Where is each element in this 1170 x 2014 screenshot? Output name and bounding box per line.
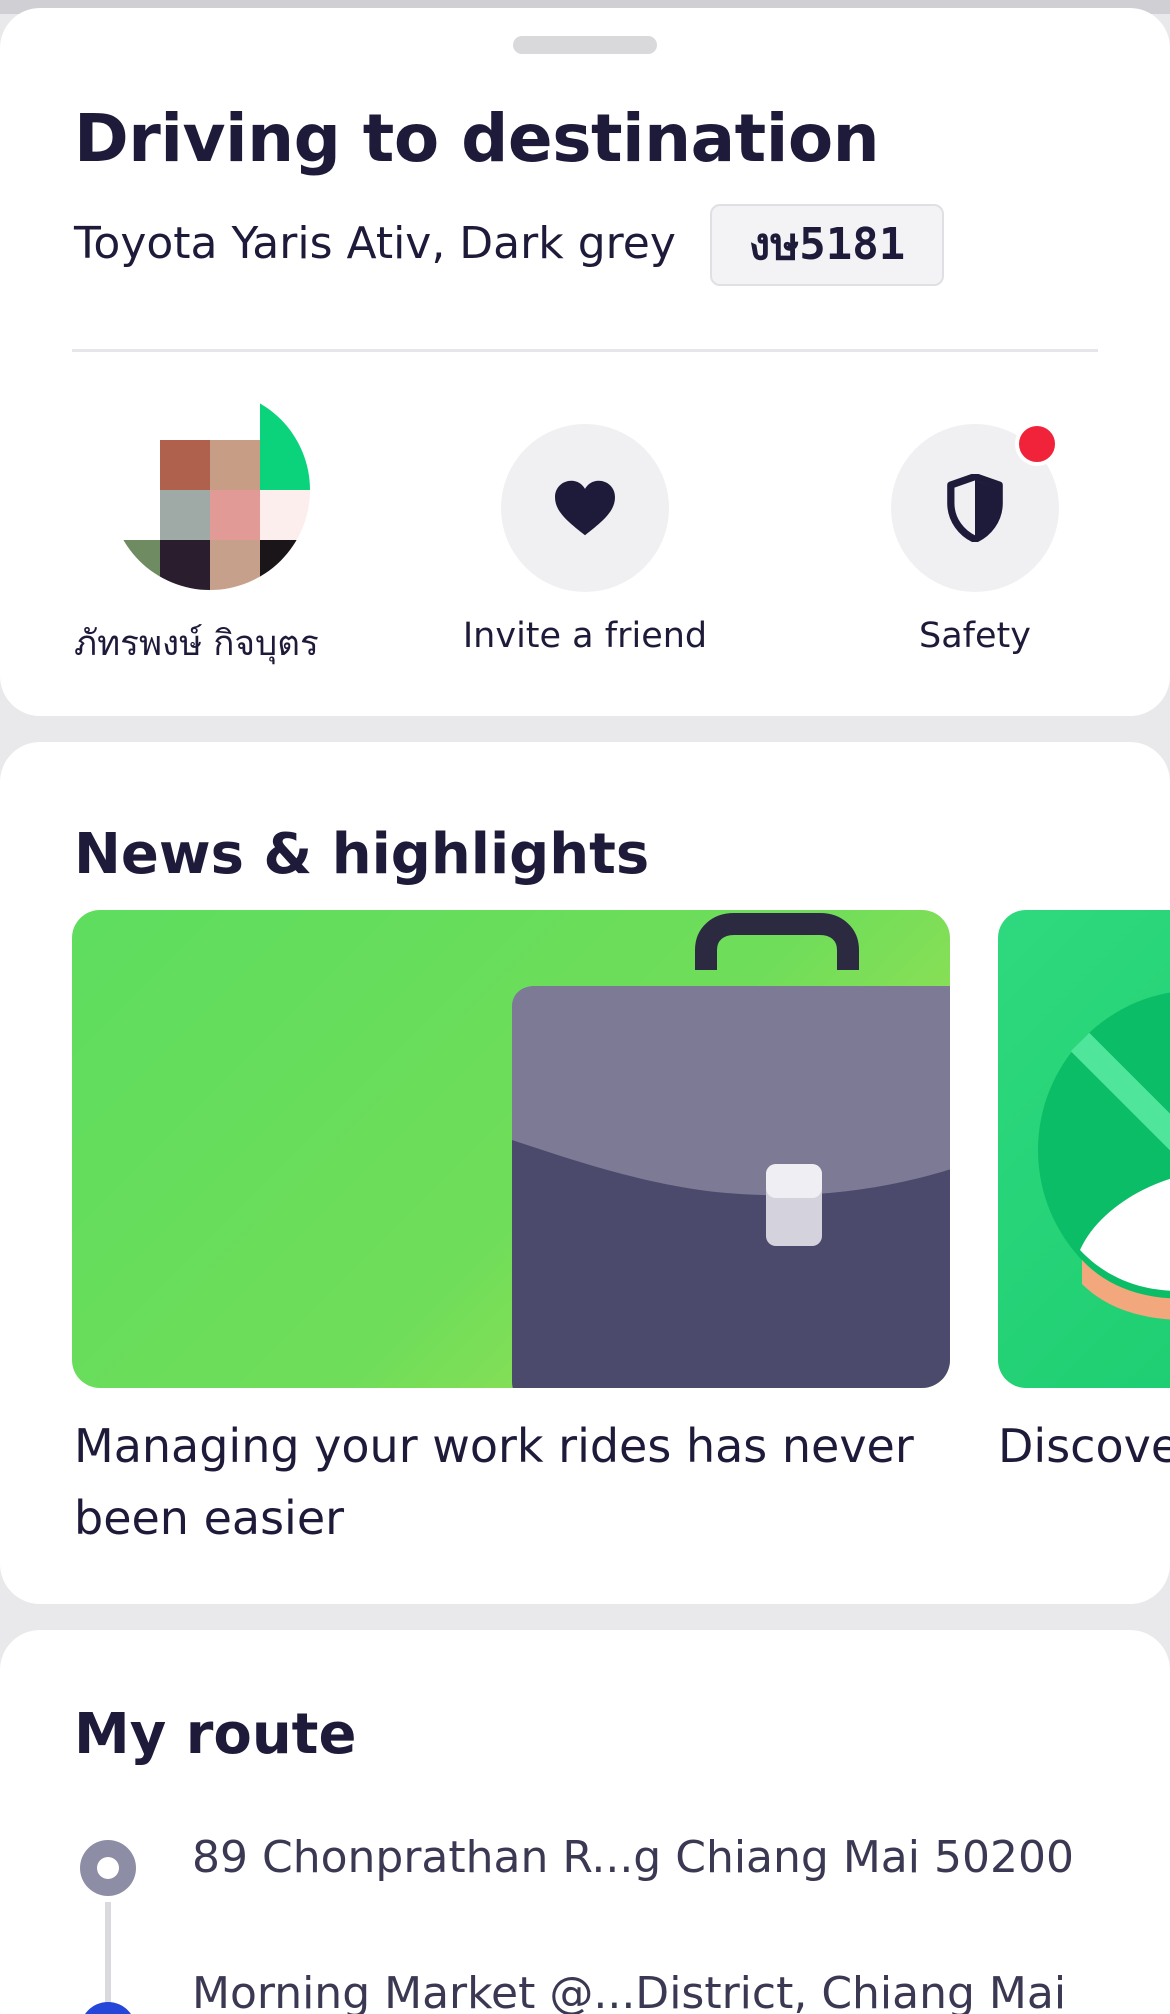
news-highlights-card: News & highlights Managing your work rid…	[0, 742, 1170, 1604]
ride-status-title: Driving to destination	[74, 100, 880, 177]
briefcase-icon	[512, 913, 950, 1388]
safety-label: Safety	[919, 616, 1031, 656]
news-section-title: News & highlights	[74, 822, 650, 887]
heart-icon	[555, 480, 615, 536]
route-section-title: My route	[74, 1702, 357, 1767]
driver-avatar	[110, 390, 310, 590]
news-caption-work-rides: Managing your work rides has never been …	[74, 1419, 914, 1545]
license-plate: งษ5181	[710, 204, 944, 286]
destination-pin-icon	[80, 2002, 136, 2014]
driver-name: ภัทรพงษ์ กิจบุตร	[74, 624, 319, 664]
news-banner-work-rides[interactable]	[72, 910, 950, 1388]
my-route-card: My route 89 Chonprathan R...g Chiang Mai…	[0, 1630, 1170, 2014]
sheet-drag-handle[interactable]	[513, 36, 657, 54]
ride-status-card: Driving to destination Toyota Yaris Ativ…	[0, 8, 1170, 716]
pickup-address[interactable]: 89 Chonprathan R...g Chiang Mai 50200	[192, 1832, 1074, 1883]
route-connector	[105, 1902, 111, 2012]
vehicle-description: Toyota Yaris Ativ, Dark grey	[74, 218, 676, 269]
news-banner-discover[interactable]	[998, 910, 1170, 1388]
invite-icon-circle	[501, 424, 669, 592]
driver-profile-button[interactable]: ภัทรพงษ์ กิจบุตร	[70, 388, 330, 668]
promo-illustration-icon	[1038, 992, 1170, 1320]
invite-friend-button[interactable]: Invite a friend	[455, 388, 715, 668]
destination-address[interactable]: Morning Market @...District, Chiang Mai	[192, 1968, 1066, 2014]
notification-dot	[1015, 422, 1059, 466]
pickup-pin-icon	[80, 1840, 136, 1896]
invite-friend-label: Invite a friend	[462, 616, 708, 656]
divider	[72, 349, 1098, 352]
safety-button[interactable]: Safety	[845, 388, 1105, 668]
shield-icon	[947, 474, 1003, 542]
news-caption-discover: Discove	[998, 1419, 1170, 1473]
